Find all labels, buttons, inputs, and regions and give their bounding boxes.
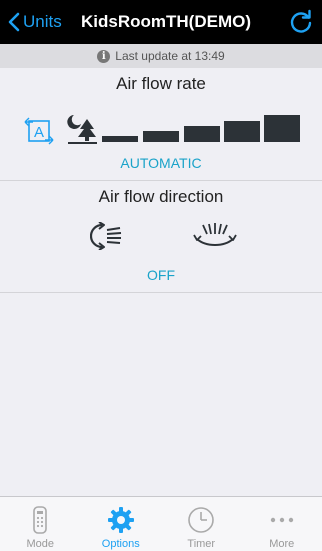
- fan-speed-level-3[interactable]: [184, 126, 220, 142]
- quiet-night-icon[interactable]: [66, 113, 98, 145]
- navigation-bar: Units KidsRoomTH(DEMO): [0, 0, 322, 44]
- auto-mode-icon[interactable]: A: [24, 117, 54, 145]
- chevron-left-icon: [8, 12, 20, 32]
- air-flow-direction-title: Air flow direction: [98, 187, 224, 206]
- air-flow-rate-status: AUTOMATIC: [120, 155, 202, 171]
- tab-mode[interactable]: Mode: [0, 497, 81, 551]
- tab-label: Timer: [187, 538, 216, 550]
- svg-text:A: A: [34, 124, 44, 141]
- fan-speed-level-4[interactable]: [224, 121, 260, 142]
- tab-label: Options: [101, 538, 140, 550]
- tab-options[interactable]: Options: [81, 497, 162, 551]
- tab-timer[interactable]: Timer: [161, 497, 242, 551]
- fan-speed-level-2[interactable]: [143, 131, 179, 142]
- vertical-swing-icon[interactable]: [90, 222, 124, 250]
- gear-icon: [107, 507, 134, 533]
- section-divider: [0, 180, 322, 181]
- info-icon: i: [97, 49, 111, 63]
- last-update-bar: i Last update at 13:49: [0, 44, 322, 68]
- back-button[interactable]: Units: [8, 0, 62, 44]
- section-divider: [0, 292, 322, 293]
- remote-icon: [33, 506, 48, 534]
- page-title: KidsRoomTH(DEMO): [81, 12, 251, 31]
- fan-speed-level-5[interactable]: [264, 115, 300, 142]
- horizontal-swing-icon[interactable]: [193, 222, 237, 248]
- tab-bar: Mode Options Timer More: [0, 496, 322, 551]
- clock-icon: [188, 507, 215, 533]
- refresh-button[interactable]: [288, 9, 314, 35]
- last-update-text: Last update at 13:49: [115, 49, 225, 63]
- back-button-label: Units: [23, 12, 62, 31]
- air-flow-direction-status: OFF: [147, 267, 175, 283]
- tab-more[interactable]: More: [242, 497, 322, 551]
- more-dots-icon: [270, 517, 293, 523]
- tab-label: Mode: [26, 538, 55, 550]
- fan-speed-level-1[interactable]: [102, 136, 138, 142]
- air-flow-rate-title: Air flow rate: [116, 74, 206, 93]
- refresh-icon: [290, 9, 312, 33]
- air-flow-rate-controls: A: [0, 112, 322, 146]
- tab-label: More: [269, 538, 295, 550]
